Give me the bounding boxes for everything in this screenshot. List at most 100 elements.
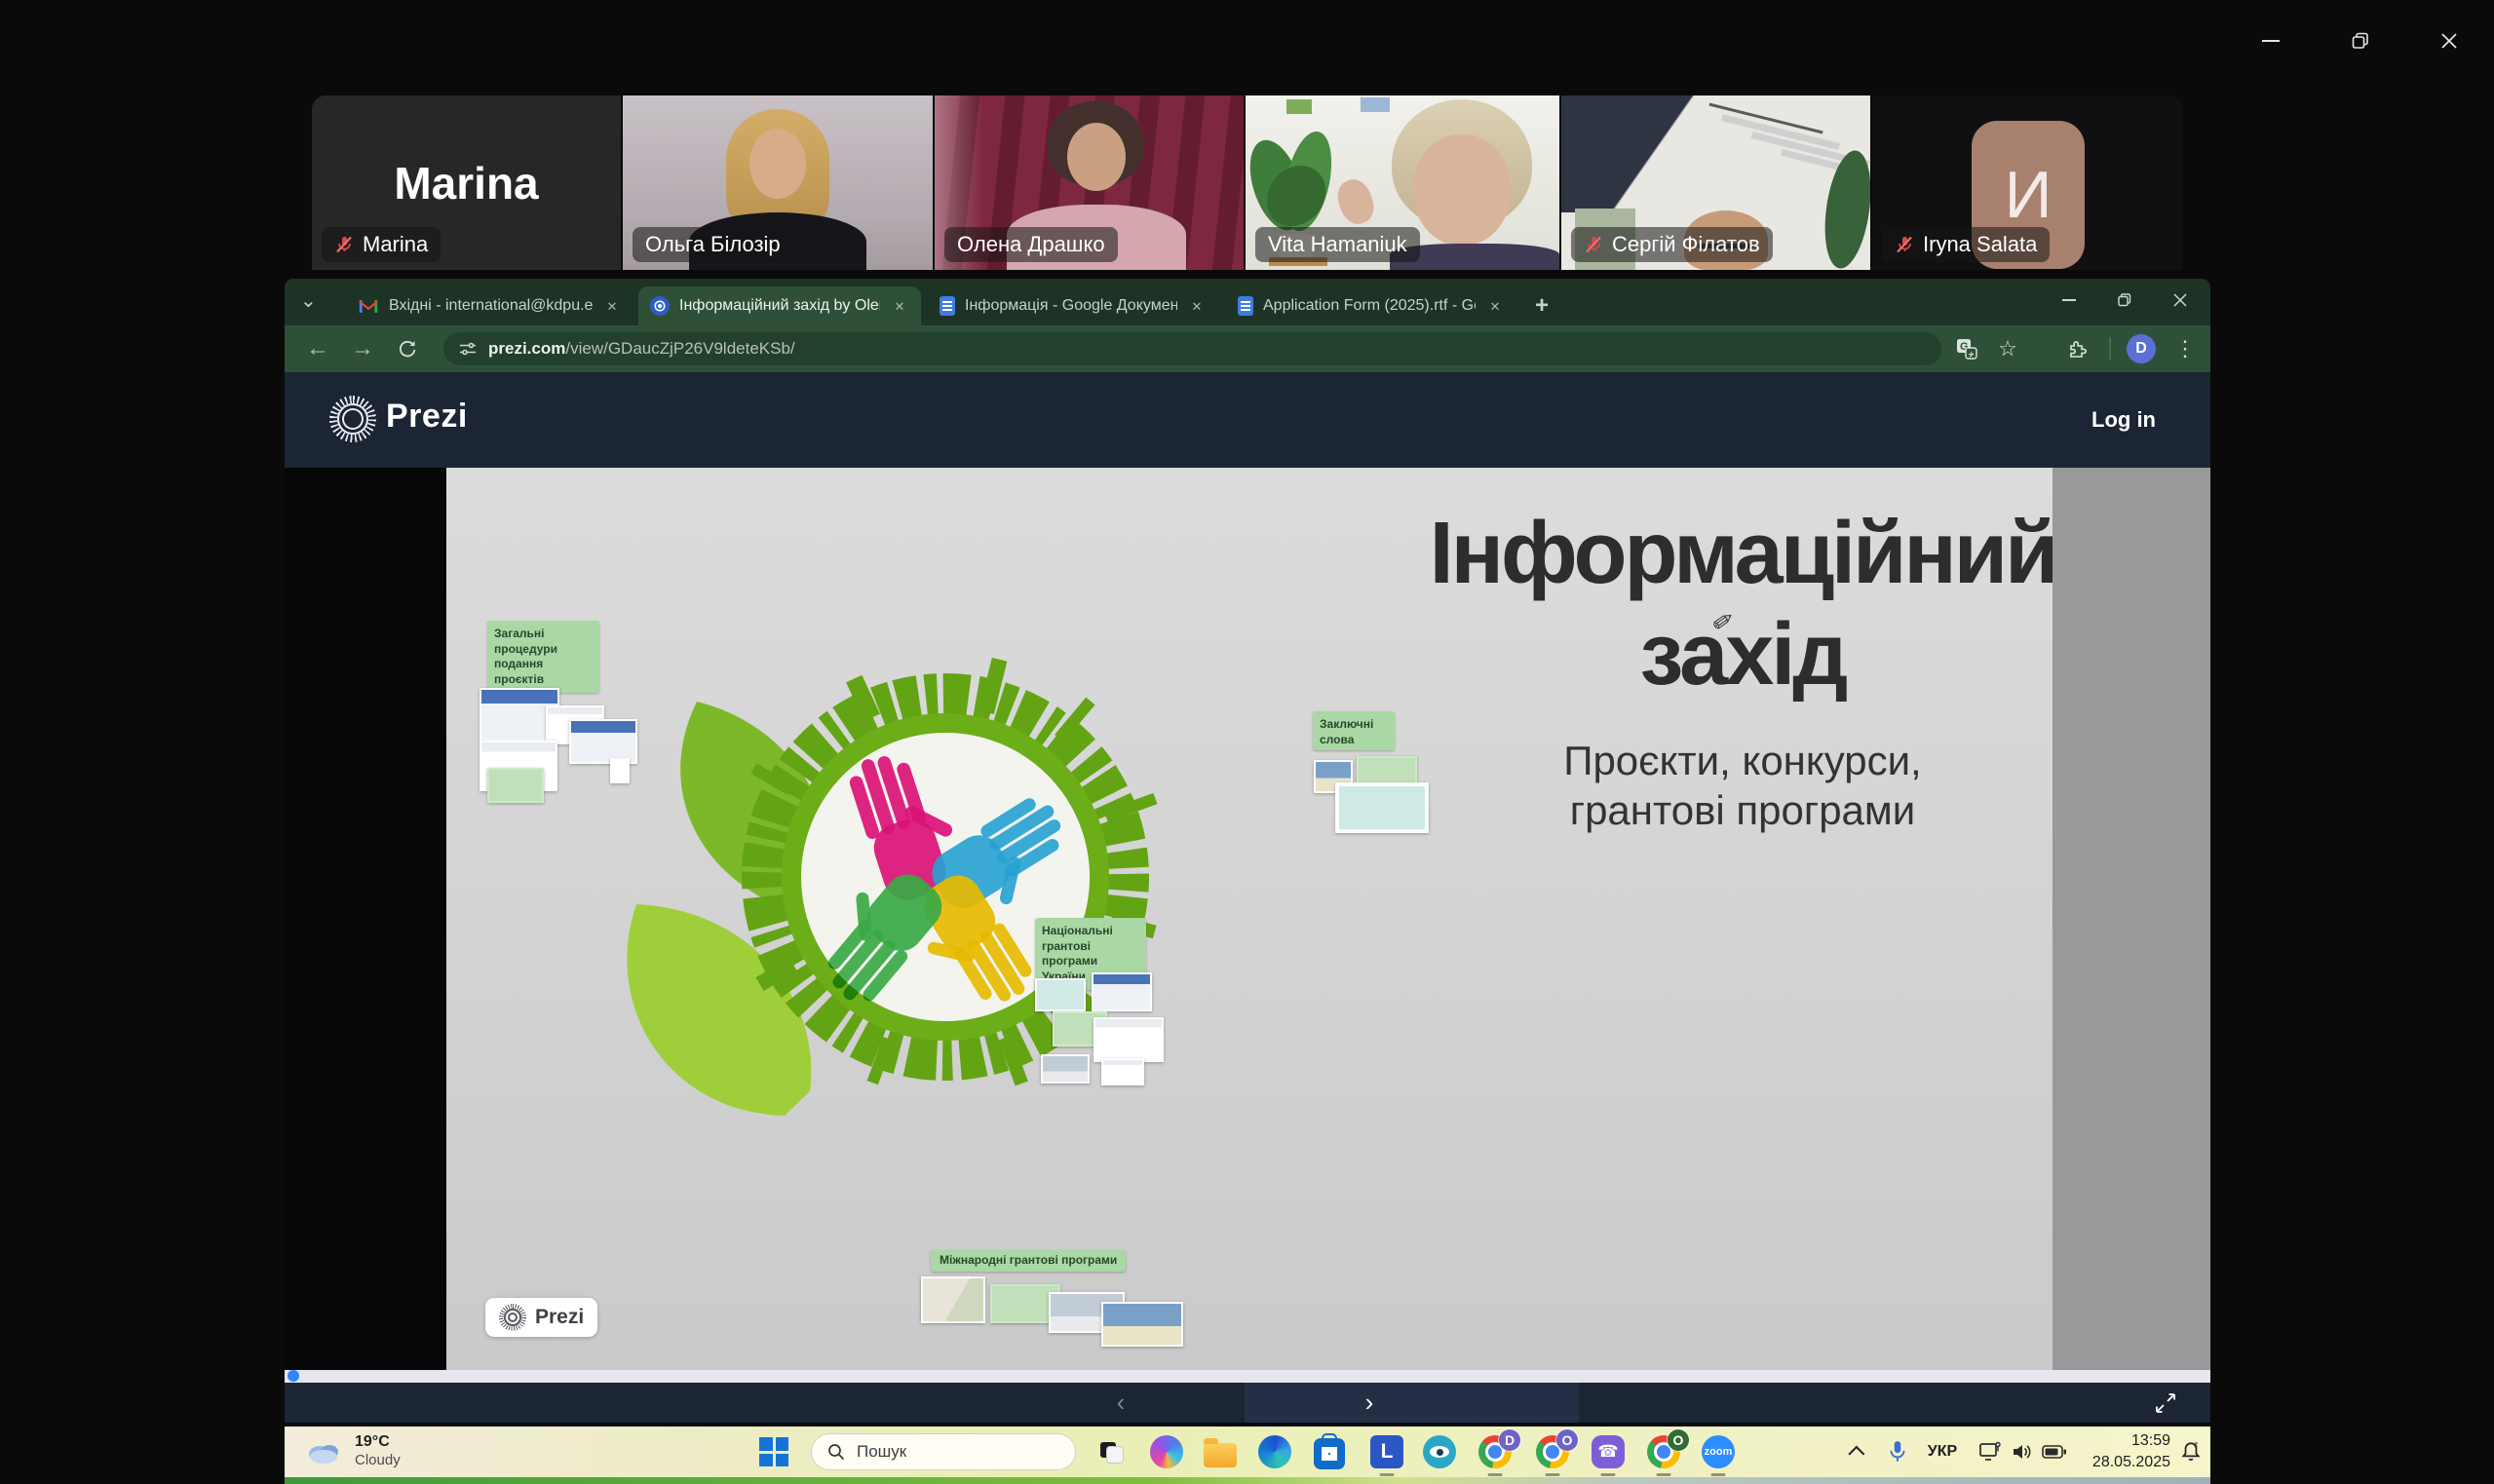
zoom-glyph: zoom (1702, 1435, 1735, 1468)
slide-thumbnail[interactable] (1041, 1054, 1090, 1084)
google-docs-icon (940, 296, 955, 316)
reload-button[interactable] (388, 331, 427, 366)
address-bar[interactable]: prezi.com/view/GDaucZjP26V9ldeteKSb/ (443, 332, 1941, 365)
l-app-icon[interactable]: L (1367, 1432, 1406, 1471)
tab-search-icon[interactable] (300, 294, 317, 312)
prezi-watermark[interactable]: Prezi (485, 1298, 597, 1337)
tab-application-form[interactable]: Application Form (2025).rtf - Go (1226, 286, 1516, 325)
microsoft-store-icon[interactable] (1310, 1432, 1349, 1471)
toolbar-divider (2109, 337, 2111, 361)
participant-tile-marina[interactable]: Marina Marina (312, 95, 621, 270)
tab-close-icon[interactable] (1187, 296, 1207, 316)
back-button[interactable] (298, 331, 337, 366)
tab-close-icon[interactable] (1485, 296, 1505, 316)
chrome-profile-d-icon[interactable]: D (1476, 1432, 1515, 1471)
extensions-puzzle-icon[interactable] (2060, 333, 2095, 364)
slide-thumbnail[interactable] (1101, 1058, 1144, 1085)
viber-icon[interactable] (1589, 1432, 1628, 1471)
topic-label-closing[interactable]: Заключні слова (1313, 711, 1395, 750)
svg-text:z: z (2194, 1440, 2198, 1449)
minimize-button[interactable] (2251, 21, 2290, 60)
search-input[interactable] (855, 1441, 1044, 1463)
task-view-icon[interactable] (1093, 1432, 1132, 1471)
browser-minimize-button[interactable] (2047, 279, 2091, 322)
browser-restore-button[interactable] (2102, 279, 2147, 322)
restore-button[interactable] (2341, 21, 2380, 60)
prezi-header: Prezi Log in (285, 372, 2210, 468)
edge-icon[interactable] (1255, 1432, 1294, 1471)
tab-gmail[interactable]: Вхідні - international@kdpu.ed (346, 286, 633, 325)
translate-icon[interactable]: G (1949, 333, 1984, 364)
running-indicator (1380, 1473, 1395, 1476)
weather-widget[interactable]: 19°C Cloudy (304, 1432, 401, 1470)
edge-glyph (1258, 1435, 1291, 1468)
participant-tile-olha[interactable]: Ольга Білозір (623, 95, 933, 270)
fullscreen-button[interactable] (2144, 1383, 2187, 1423)
avatar-letter: И (2005, 157, 2053, 233)
new-tab-button[interactable] (1535, 292, 1549, 320)
chrome-profile-o-icon[interactable]: O (1533, 1432, 1572, 1471)
start-button[interactable] (754, 1432, 793, 1471)
folder-glyph (1204, 1443, 1237, 1467)
horizontal-scrollbar[interactable] (285, 1370, 2210, 1383)
fullscreen-icon (2155, 1392, 2176, 1414)
tab-strip: Вхідні - international@kdpu.ed Інформаці… (285, 279, 2210, 325)
forward-button[interactable] (343, 331, 382, 366)
scrollbar-thumb[interactable] (288, 1370, 299, 1382)
topic-label-international[interactable]: Міжнародні грантові програми (931, 1250, 1126, 1272)
login-button[interactable]: Log in (2091, 407, 2156, 433)
prezi-brand[interactable]: Prezi (386, 398, 468, 436)
next-slide-button[interactable] (1348, 1383, 1391, 1423)
url-text: prezi.com/view/GDaucZjP26V9ldeteKSb/ (488, 339, 795, 359)
prezi-logo-icon[interactable] (329, 396, 376, 442)
participant-name-label: Marina (322, 227, 441, 262)
copilot-icon[interactable] (1147, 1432, 1186, 1471)
notifications-bell-icon[interactable]: z (2173, 1427, 2208, 1477)
eye-app-icon[interactable] (1420, 1432, 1459, 1471)
topic-label-procedures[interactable]: Загальні процедури подання проєктів (487, 621, 599, 693)
slide-thumbnail[interactable] (487, 768, 544, 803)
participant-name-label: Олена Драшко (944, 227, 1118, 262)
microphone-tray-icon[interactable] (1881, 1427, 1914, 1477)
file-explorer-icon[interactable] (1201, 1432, 1240, 1471)
slide-thumbnail[interactable] (1335, 782, 1429, 833)
tray-overflow-chevron[interactable] (1842, 1427, 1875, 1477)
zoom-stepper[interactable] (610, 758, 630, 783)
browser-menu-icon[interactable] (2168, 333, 2203, 364)
display-cast-icon[interactable] (1973, 1427, 2008, 1477)
participant-tile-olena[interactable]: Олена Драшко (935, 95, 1244, 270)
profile-avatar[interactable]: D (2127, 334, 2156, 363)
tab-prezi-active[interactable]: Інформаційний захід by Olen'k (638, 286, 921, 325)
participant-name: Marina (363, 232, 428, 257)
slide-thumbnail[interactable] (1101, 1302, 1183, 1347)
gmail-icon (358, 298, 379, 315)
cloud-icon (304, 1436, 343, 1465)
tab-close-icon[interactable] (890, 296, 909, 316)
language-indicator[interactable]: УКР (1920, 1427, 1965, 1477)
slide-thumbnail[interactable] (1094, 1017, 1164, 1062)
slide-thumbnail[interactable] (921, 1276, 985, 1323)
close-icon (2440, 32, 2458, 50)
taskbar-search[interactable] (811, 1433, 1076, 1470)
clock-widget[interactable]: 13:59 28.05.2025 (2083, 1430, 2170, 1474)
bookmark-star-icon[interactable] (1990, 333, 2025, 364)
tab-google-docs[interactable]: Інформація - Google Докумен (928, 286, 1218, 325)
chrome-glyph: O (1536, 1435, 1569, 1468)
participant-tile-iryna[interactable]: И Iryna Salata (1872, 95, 2183, 270)
l-glyph: L (1370, 1435, 1403, 1468)
participant-tile-vita-active-speaker[interactable]: Vita Hamaniuk (1246, 95, 1559, 270)
chrome-profile-green-icon[interactable]: O (1644, 1432, 1683, 1471)
previous-slide-button[interactable] (1099, 1383, 1142, 1423)
battery-icon[interactable] (2037, 1427, 2072, 1477)
zoom-app-icon[interactable]: zoom (1699, 1432, 1738, 1471)
close-button[interactable] (2430, 21, 2469, 60)
slide-thumbnail[interactable] (1035, 978, 1086, 1011)
tab-close-icon[interactable] (602, 296, 622, 316)
mic-off-icon (1895, 235, 1914, 254)
presentation-canvas[interactable]: Інформаційний захід Проєкти, конкурси, г… (446, 468, 2053, 1370)
slide-thumbnail[interactable] (1092, 972, 1152, 1011)
participant-tile-serhii[interactable]: Сергій Філатов (1561, 95, 1870, 270)
speaker-icon[interactable] (2006, 1427, 2039, 1477)
browser-close-button[interactable] (2158, 279, 2203, 322)
meeting-video-strip: Marina Marina Ольга Білозір Олена Драшко (312, 95, 2183, 270)
